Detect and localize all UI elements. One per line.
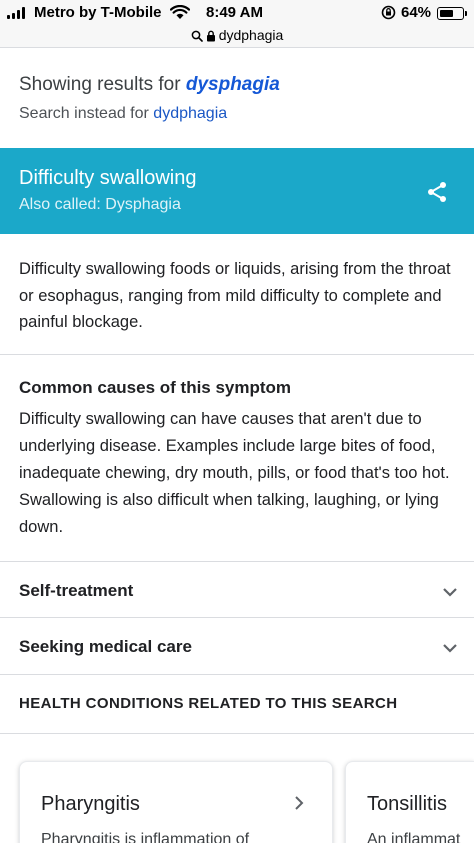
symptom-header: Difficulty swallowing Also called: Dysph… — [0, 148, 474, 234]
spelling-correction: Showing results for dysphagia Search ins… — [19, 72, 280, 124]
carrier-name: Metro by T-Mobile — [34, 4, 162, 21]
accordion-label: Self-treatment — [19, 581, 134, 600]
divider — [0, 733, 474, 734]
chevron-down-icon — [443, 644, 457, 653]
divider — [0, 674, 474, 675]
medical-care-accordion[interactable]: Seeking medical care — [0, 618, 474, 674]
lock-icon — [206, 30, 215, 42]
causes-text: Difficulty swallowing can have causes th… — [19, 410, 450, 536]
url-text: dydphagia — [218, 27, 284, 43]
address-field[interactable]: dydphagia — [0, 26, 474, 44]
card-title: Tonsillitis — [367, 793, 448, 815]
condition-card-tonsillitis[interactable]: Tonsillitis An inflammat — [345, 761, 474, 843]
chevron-right-icon — [295, 796, 304, 810]
condition-card-pharyngitis[interactable]: Pharyngitis Pharyngitis is inflammation … — [19, 761, 333, 843]
rotation-lock-icon — [381, 5, 396, 20]
url-bar[interactable]: dydphagia — [0, 26, 474, 48]
also-called: Also called: Dysphagia — [19, 196, 181, 213]
battery-icon — [437, 7, 464, 20]
search-icon — [191, 30, 203, 42]
search-instead-label: Search instead for — [19, 105, 154, 122]
status-bar: Metro by T-Mobile 8:49 AM 64% — [0, 0, 474, 26]
search-instead-line: Search instead for dydphagia — [19, 104, 280, 124]
self-treatment-accordion[interactable]: Self-treatment — [0, 562, 474, 618]
accordion-label: Seeking medical care — [19, 637, 192, 656]
related-conditions-heading: HEALTH CONDITIONS RELATED TO THIS SEARCH — [19, 695, 398, 712]
card-title: Pharyngitis — [41, 793, 140, 815]
signal-strength-icon — [7, 6, 25, 19]
card-description: An inflammat — [367, 831, 461, 843]
original-query-link[interactable]: dydphagia — [153, 105, 227, 122]
showing-results-line: Showing results for dysphagia — [19, 72, 280, 98]
share-icon[interactable] — [425, 180, 449, 204]
showing-results-label: Showing results for — [19, 74, 186, 95]
wifi-icon — [170, 5, 190, 19]
symptom-description: Difficulty swallowing foods or liquids, … — [19, 260, 451, 331]
battery-cap — [465, 11, 467, 16]
corrected-query-link[interactable]: dysphagia — [186, 74, 280, 95]
symptom-title: Difficulty swallowing — [19, 167, 197, 189]
card-description: Pharyngitis is inflammation of — [41, 831, 250, 843]
divider — [0, 354, 474, 355]
chevron-down-icon — [443, 588, 457, 597]
clock: 8:49 AM — [206, 4, 263, 21]
battery-percentage: 64% — [401, 4, 432, 21]
causes-heading: Common causes of this symptom — [19, 378, 292, 397]
